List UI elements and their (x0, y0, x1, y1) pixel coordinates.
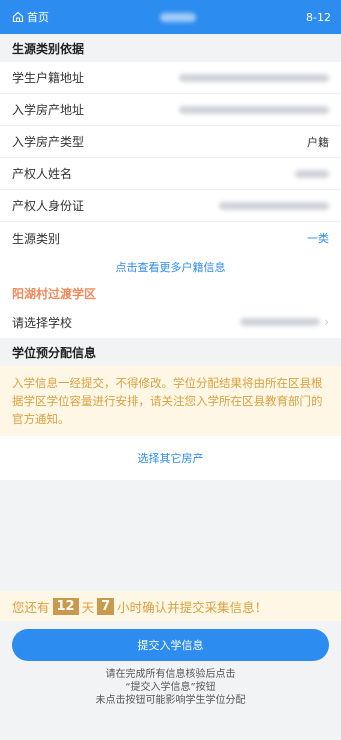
row-label: 请选择学校 (12, 315, 73, 330)
chevron-right-icon: › (324, 315, 329, 329)
row-value: 一类 (307, 232, 329, 245)
row-label: 入学房产类型 (12, 135, 85, 149)
allocation-section-title: 学位预分配信息 (0, 338, 341, 366)
row-label: 入学房产地址 (12, 103, 85, 117)
more-household-info-link[interactable]: 点击查看更多户籍信息 (0, 254, 341, 280)
countdown-days: 12 (52, 597, 79, 615)
row-property-address: 入学房产地址 (0, 94, 341, 126)
countdown-suffix: 小时确认并提交采集信息！ (117, 599, 268, 615)
redacted-value (295, 169, 329, 178)
hint-line: “提交入学信息”按钮 (125, 682, 216, 693)
row-source-category: 生源类别 一类 (0, 222, 341, 254)
countdown-hours: 7 (97, 597, 115, 615)
home-label: 首页 (27, 11, 49, 24)
row-label: 生源类别 (12, 231, 61, 246)
submit-hint: 请在完成所有信息核验后点击 “提交入学信息”按钮 未点击按钮可能影响学生学位分配 (0, 668, 341, 707)
redacted-value (179, 73, 329, 82)
submit-enrollment-button[interactable]: 提交入学信息 (12, 629, 329, 661)
redacted-value (219, 201, 329, 210)
countdown-prefix: 您还有 (12, 599, 50, 615)
hint-line: 请在完成所有信息核验后点击 (105, 669, 236, 680)
countdown-banner: 您还有 12 天 7 小时确认并提交采集信息！ (0, 591, 341, 621)
home-link[interactable]: 首页 (12, 9, 49, 25)
choose-other-property-link[interactable]: 选择其它房产 (0, 436, 341, 480)
row-label: 产权人姓名 (12, 167, 73, 181)
district-name: 阳湖村过渡学区 (0, 280, 341, 306)
row-household-address: 学生户籍地址 (0, 62, 341, 94)
hint-line: 未点击按钮可能影响学生学位分配 (95, 695, 246, 706)
row-owner-id: 产权人身份证 (0, 190, 341, 222)
source-section-title: 生源类别依据 (0, 34, 341, 62)
top-bar: 首页 8-12 (0, 0, 341, 34)
row-value: 户籍 (307, 135, 329, 149)
header-date: 8-12 (306, 10, 331, 24)
source-info-list: 学生户籍地址 入学房产地址 入学房产类型 户籍 产权人姓名 产权人身份证 生源类… (0, 62, 341, 254)
redacted-value (240, 318, 321, 326)
countdown-day-unit: 天 (81, 599, 95, 615)
school-value: › (240, 315, 329, 329)
row-property-type: 入学房产类型 户籍 (0, 126, 341, 158)
row-owner-name: 产权人姓名 (0, 158, 341, 190)
page-title-redacted (159, 12, 196, 22)
row-label: 学生户籍地址 (12, 71, 85, 85)
select-school-row[interactable]: 请选择学校 › (0, 306, 341, 338)
home-icon (12, 11, 24, 23)
school-select-list: 请选择学校 › (0, 306, 341, 338)
row-label: 产权人身份证 (12, 199, 85, 213)
redacted-value (179, 105, 329, 114)
allocation-notice: 入学信息一经提交，不得修改。学位分配结果将由所在区县根据学区学位容量进行安排，请… (0, 366, 341, 436)
